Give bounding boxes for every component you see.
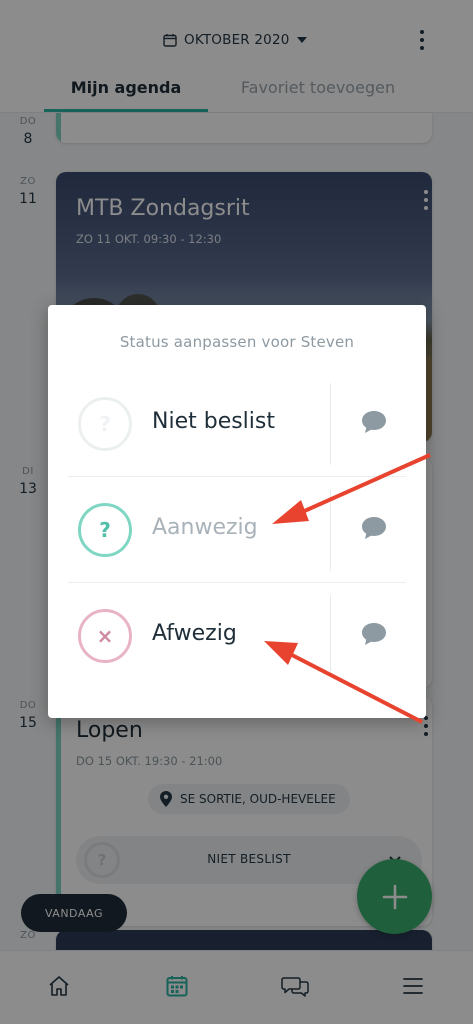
- option-label: Niet beslist: [152, 409, 275, 434]
- comment-icon[interactable]: [360, 515, 388, 541]
- comment-icon[interactable]: [360, 621, 388, 647]
- status-dialog: Status aanpassen voor Steven ? Niet besl…: [48, 305, 426, 718]
- dialog-title: Status aanpassen voor Steven: [119, 333, 355, 351]
- option-afwezig[interactable]: × Afwezig: [68, 583, 406, 689]
- comment-icon[interactable]: [360, 409, 388, 435]
- option-label: Aanwezig: [152, 515, 258, 540]
- question-circle-icon: ?: [78, 503, 132, 557]
- option-niet-beslist[interactable]: ? Niet beslist: [68, 371, 406, 477]
- cross-circle-icon: ×: [78, 609, 132, 663]
- option-aanwezig[interactable]: ? Aanwezig: [68, 477, 406, 583]
- question-circle-icon: ?: [78, 397, 132, 451]
- option-label: Afwezig: [152, 621, 237, 646]
